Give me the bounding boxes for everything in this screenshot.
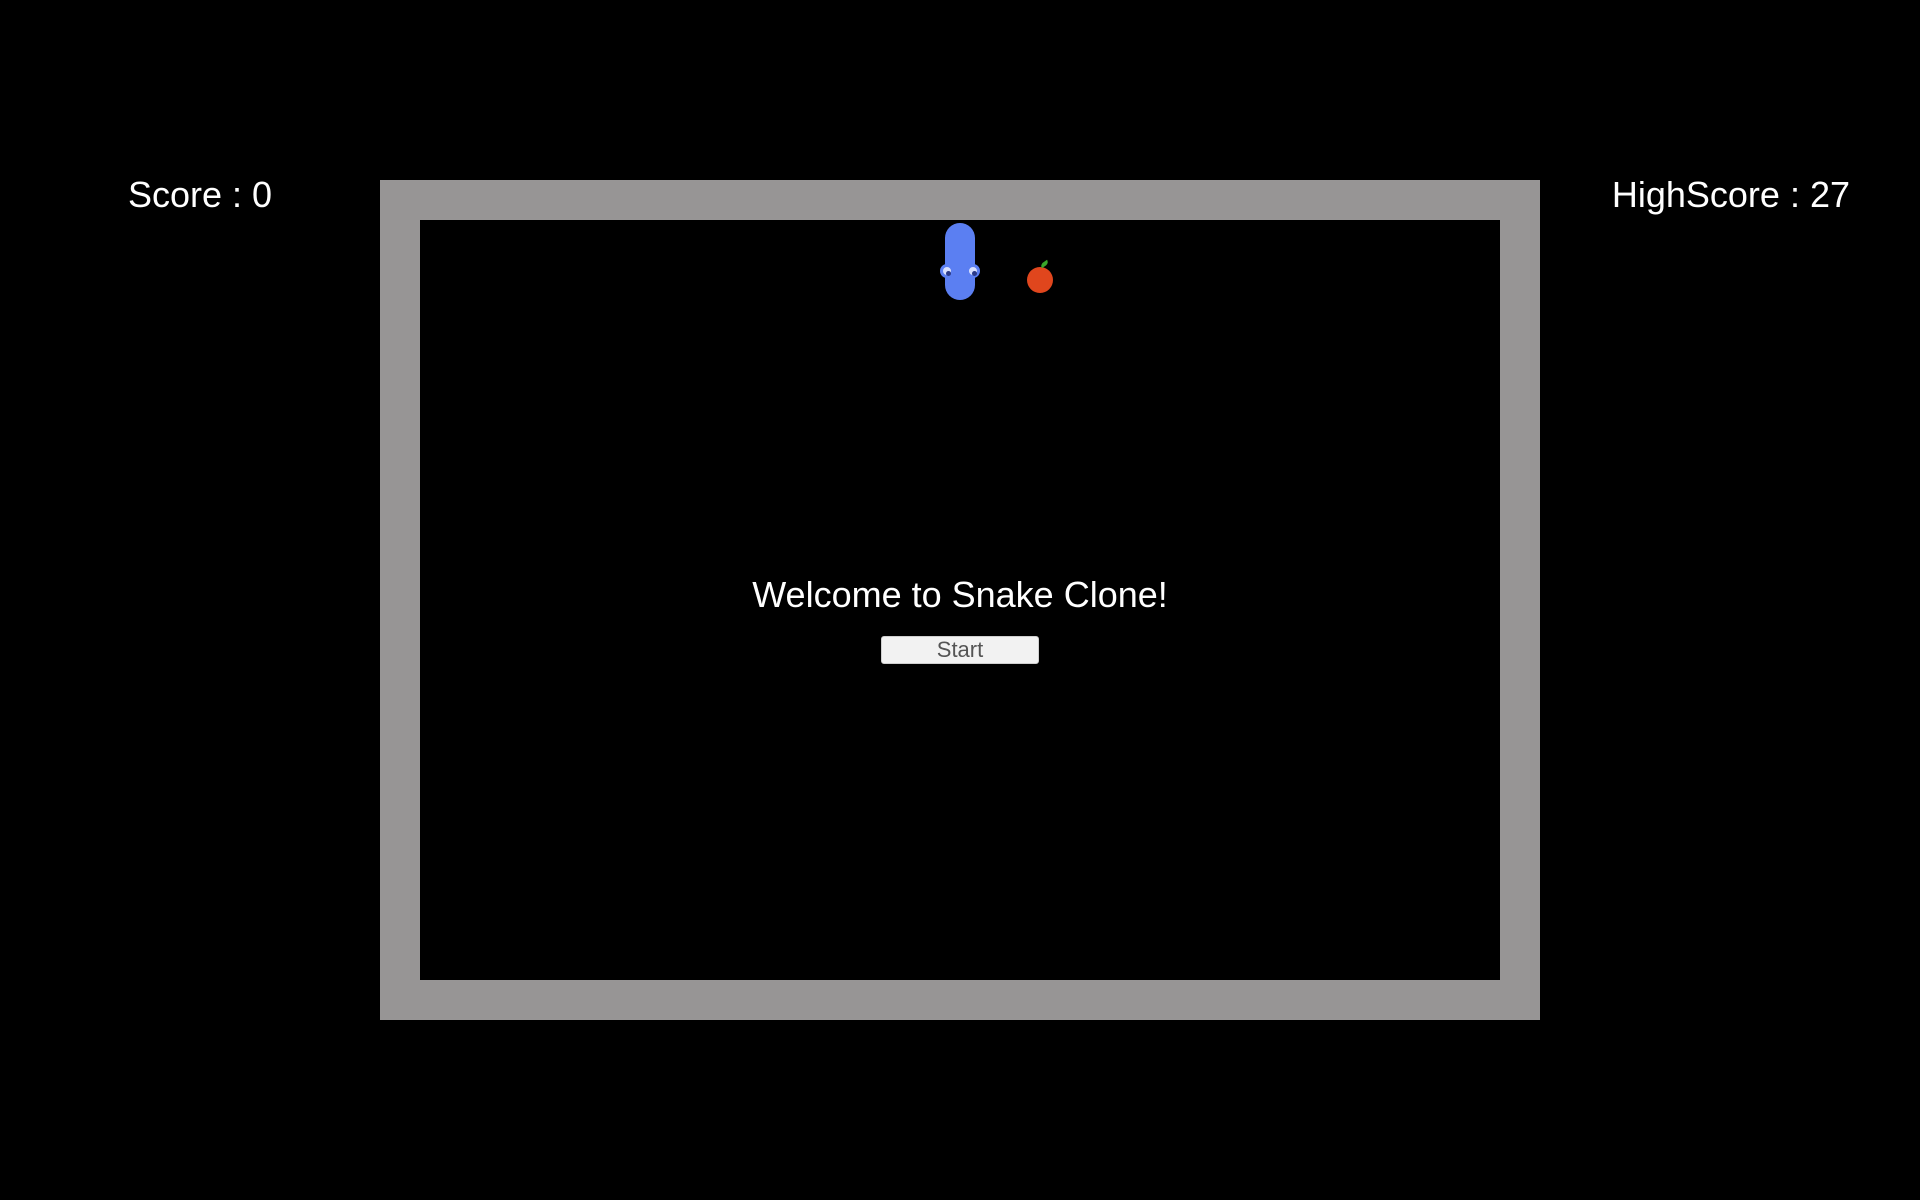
snake-eye-icon [940, 264, 954, 278]
score-display: Score : 0 [128, 174, 273, 215]
snake-icon [945, 223, 975, 300]
board-border: Welcome to Snake Clone! Start [380, 180, 1540, 1020]
welcome-message: Welcome to Snake Clone! [752, 574, 1168, 615]
game-screen: Score : 0 HighScore : 27 Welcome to Snak… [0, 0, 1920, 1200]
game-board[interactable]: Welcome to Snake Clone! Start [420, 220, 1500, 980]
apple-icon [1027, 267, 1053, 293]
start-button[interactable]: Start [881, 636, 1039, 664]
snake-eye-icon [966, 264, 980, 278]
highscore-display: HighScore : 27 [1611, 174, 1850, 215]
